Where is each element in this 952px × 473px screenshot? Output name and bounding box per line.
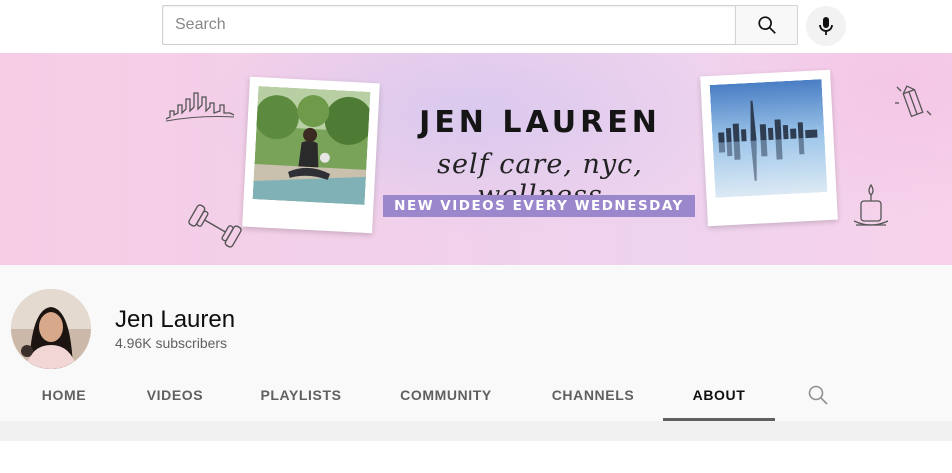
channel-header: Jen Lauren 4.96K subscribers HOME VIDEOS… [0,265,952,421]
channel-banner: JEN LAUREN self care, nyc, wellness NEW … [0,53,952,265]
search-icon[interactable] [806,383,830,407]
dumbbell-doodle-icon [188,204,242,248]
tab-home[interactable]: HOME [32,375,96,421]
microphone-icon [819,17,833,35]
avatar[interactable] [11,289,91,369]
search-box[interactable] [162,5,735,45]
tab-playlists[interactable]: PLAYLISTS [256,375,346,421]
search-icon [757,16,776,34]
tab-channels[interactable]: CHANNELS [545,375,641,421]
skyline-doodle-icon [165,92,235,122]
content-divider [0,421,952,441]
channel-tabs: HOME VIDEOS PLAYLISTS COMMUNITY CHANNELS… [0,375,952,421]
polaroid-photo-skyline [700,69,838,227]
tab-videos[interactable]: VIDEOS [140,375,210,421]
polaroid-photo-yoga [242,76,380,234]
voice-search-button[interactable] [806,6,846,46]
masthead [0,0,952,53]
subscriber-count: 4.96K subscribers [115,335,228,351]
tab-community[interactable]: COMMUNITY [394,375,498,421]
banner-title: JEN LAUREN [419,105,661,140]
banner-schedule-strip: NEW VIDEOS EVERY WEDNESDAY [383,195,695,217]
channel-name: Jen Lauren [115,306,236,333]
candle-doodle-icon [853,183,889,226]
nyc-skyline-photo [709,79,828,198]
yoga-photo [252,86,371,205]
search-button[interactable] [735,5,798,45]
crystal-doodle-icon [895,85,932,118]
page-content [0,441,952,473]
search-input[interactable] [163,6,735,44]
tab-about[interactable]: ABOUT [663,375,775,421]
